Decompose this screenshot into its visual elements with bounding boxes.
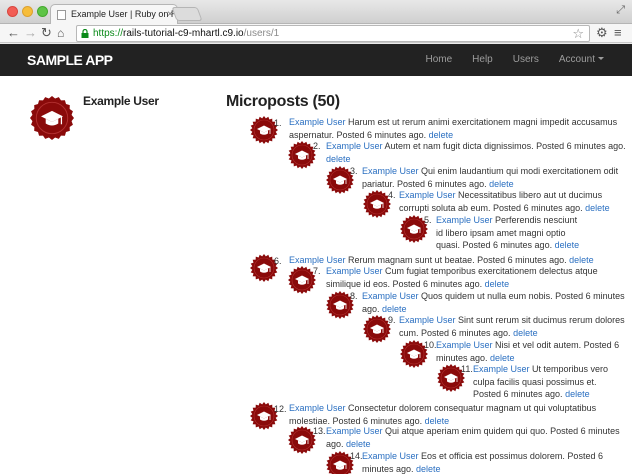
micropost-user-link[interactable]: Example User [326,266,383,276]
micropost-delete-link[interactable]: delete [585,203,610,213]
micropost-content: Example User Sint sunt rerum sit ducimus… [399,314,629,339]
micropost-user-link[interactable]: Example User [362,166,419,176]
micropost-delete-link[interactable]: delete [490,353,515,363]
micropost-gravatar[interactable] [288,426,316,454]
micropost-user-link[interactable]: Example User [399,190,456,200]
micropost-content: Example User Necessitatibus libero aut u… [399,189,629,214]
micropost-user-link[interactable]: Example User [326,141,383,151]
micropost-user-link[interactable]: Example User [399,315,456,325]
forward-arrow-icon[interactable]: → [24,25,37,41]
micropost-delete-link[interactable]: delete [326,154,351,164]
micropost-content: Example User Ut temporibus vero culpa fa… [473,363,623,401]
nav-account-label: Account [558,54,595,65]
micropost-delete-link[interactable]: delete [346,439,371,449]
micropost-user-link[interactable]: Example User [436,215,493,225]
micropost-gravatar[interactable] [288,266,316,294]
micropost-content: Example User Quos quidem ut nulla eum no… [362,290,627,315]
micropost-delete-link[interactable]: delete [565,389,590,399]
nav-help-link[interactable]: Help [472,54,493,65]
page-icon [57,10,66,20]
nav-home-link[interactable]: Home [425,54,452,65]
minimize-window-button[interactable] [22,6,33,17]
micropost-number: 5. [424,215,432,225]
micropost-user-link[interactable]: Example User [289,403,346,413]
micropost-content: Example User Consectetur dolorem consequ… [289,402,629,427]
user-gravatar[interactable] [30,96,74,140]
micropost-number: 12. [274,404,287,414]
micropost-delete-link[interactable]: delete [485,279,510,289]
micropost-content: Example User Autem et nam fugit dicta di… [326,140,626,165]
micropost-user-link[interactable]: Example User [326,426,383,436]
window-titlebar: Example User | Ruby on Ra × ⤢ [0,0,632,25]
micropost-number: 10. [424,340,437,350]
micropost-number: 4. [388,190,396,200]
micropost-user-link[interactable]: Example User [289,255,346,265]
micropost-content: Example User Qui atque aperiam enim quid… [326,425,626,450]
micropost-user-link[interactable]: Example User [362,291,419,301]
browser-tab[interactable]: Example User | Ruby on Ra × [50,4,178,25]
home-icon[interactable]: ⌂ [57,25,64,41]
micropost-number: 6. [274,256,282,266]
micropost-user-link[interactable]: Example User [362,451,419,461]
micropost-number: 11. [461,364,473,374]
site-logo[interactable]: SAMPLE APP [27,52,113,68]
micropost-number: 3. [350,166,358,176]
menu-icon[interactable]: ≡ [614,25,622,40]
micropost-content: Example User Qui enim laudantium qui mod… [362,165,627,190]
micropost-user-link[interactable]: Example User [289,117,346,127]
web-page: SAMPLE APP Home Help Users Account Examp… [0,44,632,474]
micropost-gravatar[interactable] [363,315,391,343]
micropost-content: Example User Eos et officia est possimus… [362,450,627,474]
micropost-delete-link[interactable]: delete [489,179,514,189]
micropost-content: Example User Cum fugiat temporibus exerc… [326,265,626,290]
fullscreen-icon[interactable]: ⤢ [616,4,625,17]
url-path: /users/1 [243,28,280,39]
browser-toolbar: ← → ↻ ⌂ https://rails-tutorial-c9-mhartl… [0,24,632,43]
micropost-gravatar[interactable] [363,190,391,218]
micropost-number: 13. [313,426,326,436]
address-bar[interactable]: https://rails-tutorial-c9-mhartl.c9.io/u… [76,25,590,42]
micropost-content: Example User Harum est ut rerum animi ex… [289,116,629,141]
micropost-delete-link[interactable]: delete [555,240,580,250]
micropost-user-link[interactable]: Example User [473,364,530,374]
micropost-number: 14. [350,451,363,461]
micropost-delete-link[interactable]: delete [382,304,407,314]
micropost-content: Example User Nisi et vel odit autem. Pos… [436,339,631,364]
zoom-window-button[interactable] [37,6,48,17]
bookmark-star-icon[interactable]: ☆ [572,26,584,42]
micropost-delete-link[interactable]: delete [416,464,441,474]
microposts-heading: Microposts (50) [226,93,340,110]
new-tab-button[interactable] [171,7,203,21]
micropost-delete-link[interactable]: delete [513,328,538,338]
micropost-text: Autem et nam fugit dicta dignissimos. Po… [382,141,626,151]
close-window-button[interactable] [7,6,18,17]
gear-icon[interactable]: ⚙ [596,25,608,41]
micropost-user-link[interactable]: Example User [436,340,493,350]
micropost-delete-link[interactable]: delete [429,130,454,140]
micropost-gravatar[interactable] [288,141,316,169]
lock-icon [81,29,89,38]
nav-users-link[interactable]: Users [513,54,539,65]
reload-icon[interactable]: ↻ [41,25,52,41]
micropost-number: 8. [350,291,358,301]
site-navbar: SAMPLE APP Home Help Users Account [0,44,632,76]
url-host: rails-tutorial-c9-mhartl.c9.io [123,28,244,39]
micropost-content: Example User Perferendis nesciunt id lib… [436,214,586,252]
micropost-number: 2. [313,141,321,151]
micropost-number: 1. [274,118,282,128]
back-arrow-icon[interactable]: ← [7,25,20,41]
micropost-delete-link[interactable]: delete [569,255,594,265]
caret-down-icon [598,57,604,60]
user-name: Example User [83,94,159,108]
micropost-number: 9. [388,315,396,325]
micropost-text: Rerum magnam sunt ut beatae. Posted 6 mi… [345,255,570,265]
url-scheme: https:// [93,28,124,39]
nav-account-dropdown[interactable]: Account [559,54,604,65]
micropost-number: 7. [313,266,321,276]
tab-title: Example User | Ruby on Ra [71,9,178,19]
micropost-delete-link[interactable]: delete [425,416,450,426]
